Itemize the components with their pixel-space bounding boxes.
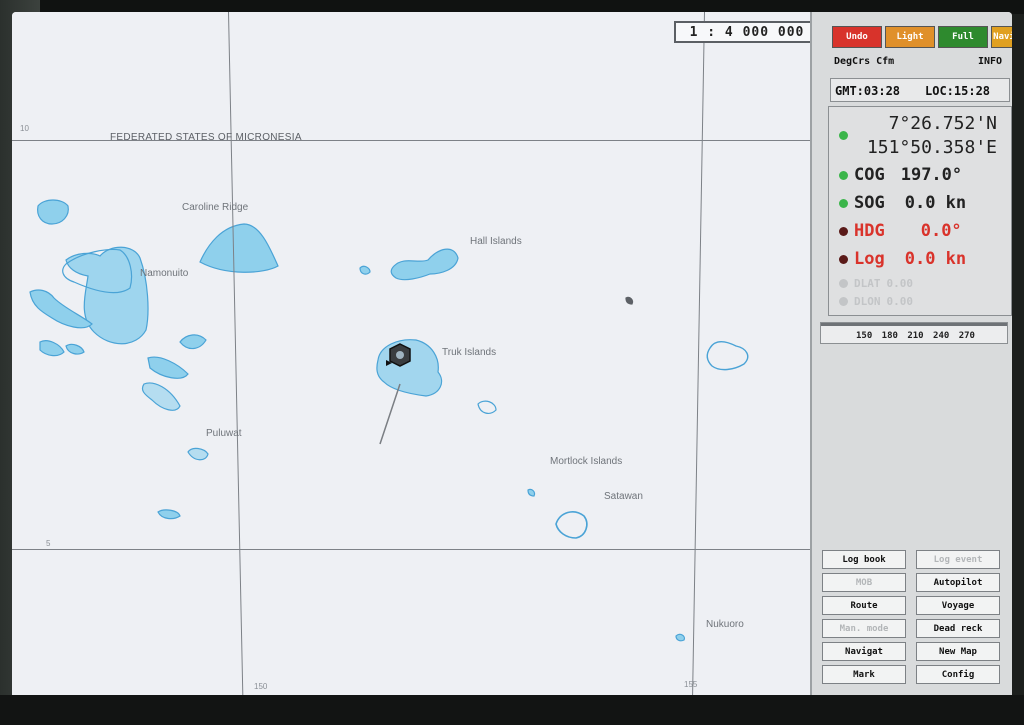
ecdis-screen: 10 5 150 155 FEDERATED STATES OF MICRONE… — [12, 12, 1012, 698]
navigate-button[interactable]: Navigat — [822, 642, 906, 661]
hdg-status-dot — [839, 226, 848, 236]
latitude-value: 7°26.752'N — [888, 113, 997, 134]
new-map-button[interactable]: New Map — [916, 642, 1000, 661]
monitor-bezel-bottom — [0, 695, 1024, 725]
hdg-value: 0.0° — [920, 221, 962, 241]
chart-scale-indicator[interactable]: 1 : 4 000 000 — [674, 21, 810, 43]
autopilot-button[interactable]: Autopilot — [916, 573, 1000, 592]
display-mode-buttons: Undo Light Full Navi — [832, 26, 1012, 48]
dlat-status-dot — [839, 279, 848, 288]
cog-status-dot — [839, 170, 848, 180]
mark-button[interactable]: Mark — [822, 665, 906, 684]
hdg-label: HDG — [854, 221, 885, 241]
nautical-chart[interactable]: 10 5 150 155 FEDERATED STATES OF MICRONE… — [12, 12, 810, 698]
cog-value: 197.0° — [900, 165, 963, 185]
gmt-time: GMT:03:28 — [835, 84, 901, 98]
sog-row: SOG 0.0 kn — [839, 193, 966, 213]
local-time: LOC:15:28 — [925, 84, 991, 98]
config-button[interactable]: Config — [916, 665, 1000, 684]
navigation-panel: Undo Light Full Navi DegCrs Cfm INFO GMT… — [810, 12, 1012, 698]
log-status-dot — [839, 254, 848, 264]
dlon-row: DLON 0.00 — [839, 295, 913, 308]
dlat-label: DLAT — [854, 277, 881, 290]
dlon-status-dot — [839, 297, 848, 306]
voyage-button[interactable]: Voyage — [916, 596, 1000, 615]
log-event-button[interactable]: Log event — [916, 550, 1000, 569]
dlon-label: DLON — [854, 295, 881, 308]
light-button[interactable]: Light — [885, 26, 935, 48]
undo-button[interactable]: Undo — [832, 26, 882, 48]
heading-vector — [379, 383, 401, 445]
position-status-dot — [839, 131, 848, 140]
dead-reckoning-button[interactable]: Dead reck — [916, 619, 1000, 638]
log-book-button[interactable]: Log book — [822, 550, 906, 569]
dlat-value: 0.00 — [886, 277, 914, 290]
log-value: 0.0 kn — [904, 249, 967, 269]
log-label: Log — [854, 249, 885, 269]
route-button[interactable]: Route — [822, 596, 906, 615]
status-line-right: INFO — [978, 56, 1003, 67]
navi-button[interactable]: Navi — [991, 26, 1012, 48]
hdg-row: HDG 0.0° — [839, 221, 962, 241]
bearing-scale-labels: 150 180 210 240 270 — [856, 331, 975, 341]
own-ship-icon[interactable] — [386, 343, 411, 367]
bearing-scale-bar — [821, 323, 1007, 326]
cog-row: COG 197.0° — [839, 165, 962, 185]
status-line-left: DegCrs Cfm — [834, 56, 895, 67]
dlat-row: DLAT 0.00 — [839, 277, 913, 290]
sog-label: SOG — [854, 193, 885, 213]
own-ship-layer — [379, 343, 411, 445]
nav-data-box: 7°26.752'N 151°50.358'E COG 197.0° SOG 0… — [828, 106, 1012, 316]
sog-value: 0.0 kn — [904, 193, 967, 213]
mob-button[interactable]: MOB — [822, 573, 906, 592]
cog-label: COG — [854, 165, 885, 185]
full-button[interactable]: Full — [938, 26, 988, 48]
sog-status-dot — [839, 198, 848, 208]
man-mode-button[interactable]: Man. mode — [822, 619, 906, 638]
dlon-value: 0.00 — [886, 295, 914, 308]
time-box: GMT:03:28 LOC:15:28 — [830, 78, 1010, 102]
longitude-value: 151°50.358'E — [866, 137, 997, 158]
log-row: Log 0.0 kn — [839, 249, 966, 269]
